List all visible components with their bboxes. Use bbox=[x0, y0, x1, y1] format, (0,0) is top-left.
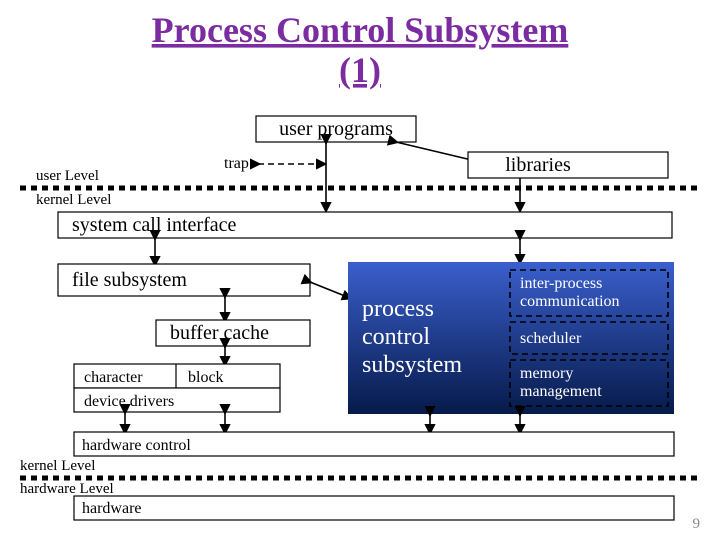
pcs-line1: process bbox=[362, 296, 434, 322]
hardware-label: hardware bbox=[82, 500, 142, 517]
slide-title-line2: (1) bbox=[339, 50, 381, 90]
libraries-label: libraries bbox=[505, 154, 571, 176]
file-subsystem-label: file subsystem bbox=[72, 269, 187, 291]
ipc-label2: communication bbox=[520, 293, 620, 310]
page-number: 9 bbox=[693, 516, 701, 532]
memory-label2: management bbox=[520, 383, 602, 400]
block-label: block bbox=[188, 369, 224, 386]
scheduler-label: scheduler bbox=[520, 330, 582, 347]
user-programs-label: user programs bbox=[279, 118, 393, 140]
device-drivers-label: device drivers bbox=[84, 393, 174, 410]
buffer-cache-label: buffer cache bbox=[170, 322, 269, 344]
hardware-control-label: hardware control bbox=[82, 437, 191, 454]
arrow-filesub-pcs bbox=[310, 282, 350, 298]
character-label: character bbox=[84, 369, 143, 386]
user-level-label: user Level bbox=[36, 168, 99, 184]
kernel-level-label: kernel Level bbox=[36, 192, 111, 208]
pcs-line2: control bbox=[362, 324, 430, 350]
slide-title-line1: Process Control Subsystem bbox=[152, 10, 569, 50]
hardware-level-label: hardware Level bbox=[20, 481, 114, 497]
arrow-userprograms-libraries bbox=[396, 142, 480, 162]
trap-label: trap bbox=[224, 155, 249, 172]
ipc-label1: inter-process bbox=[520, 275, 602, 292]
system-call-interface-label: system call interface bbox=[72, 214, 236, 236]
kernel-level-label2: kernel Level bbox=[20, 458, 95, 474]
memory-label1: memory bbox=[520, 365, 573, 382]
pcs-line3: subsystem bbox=[362, 352, 462, 378]
hardware-box bbox=[74, 496, 674, 520]
